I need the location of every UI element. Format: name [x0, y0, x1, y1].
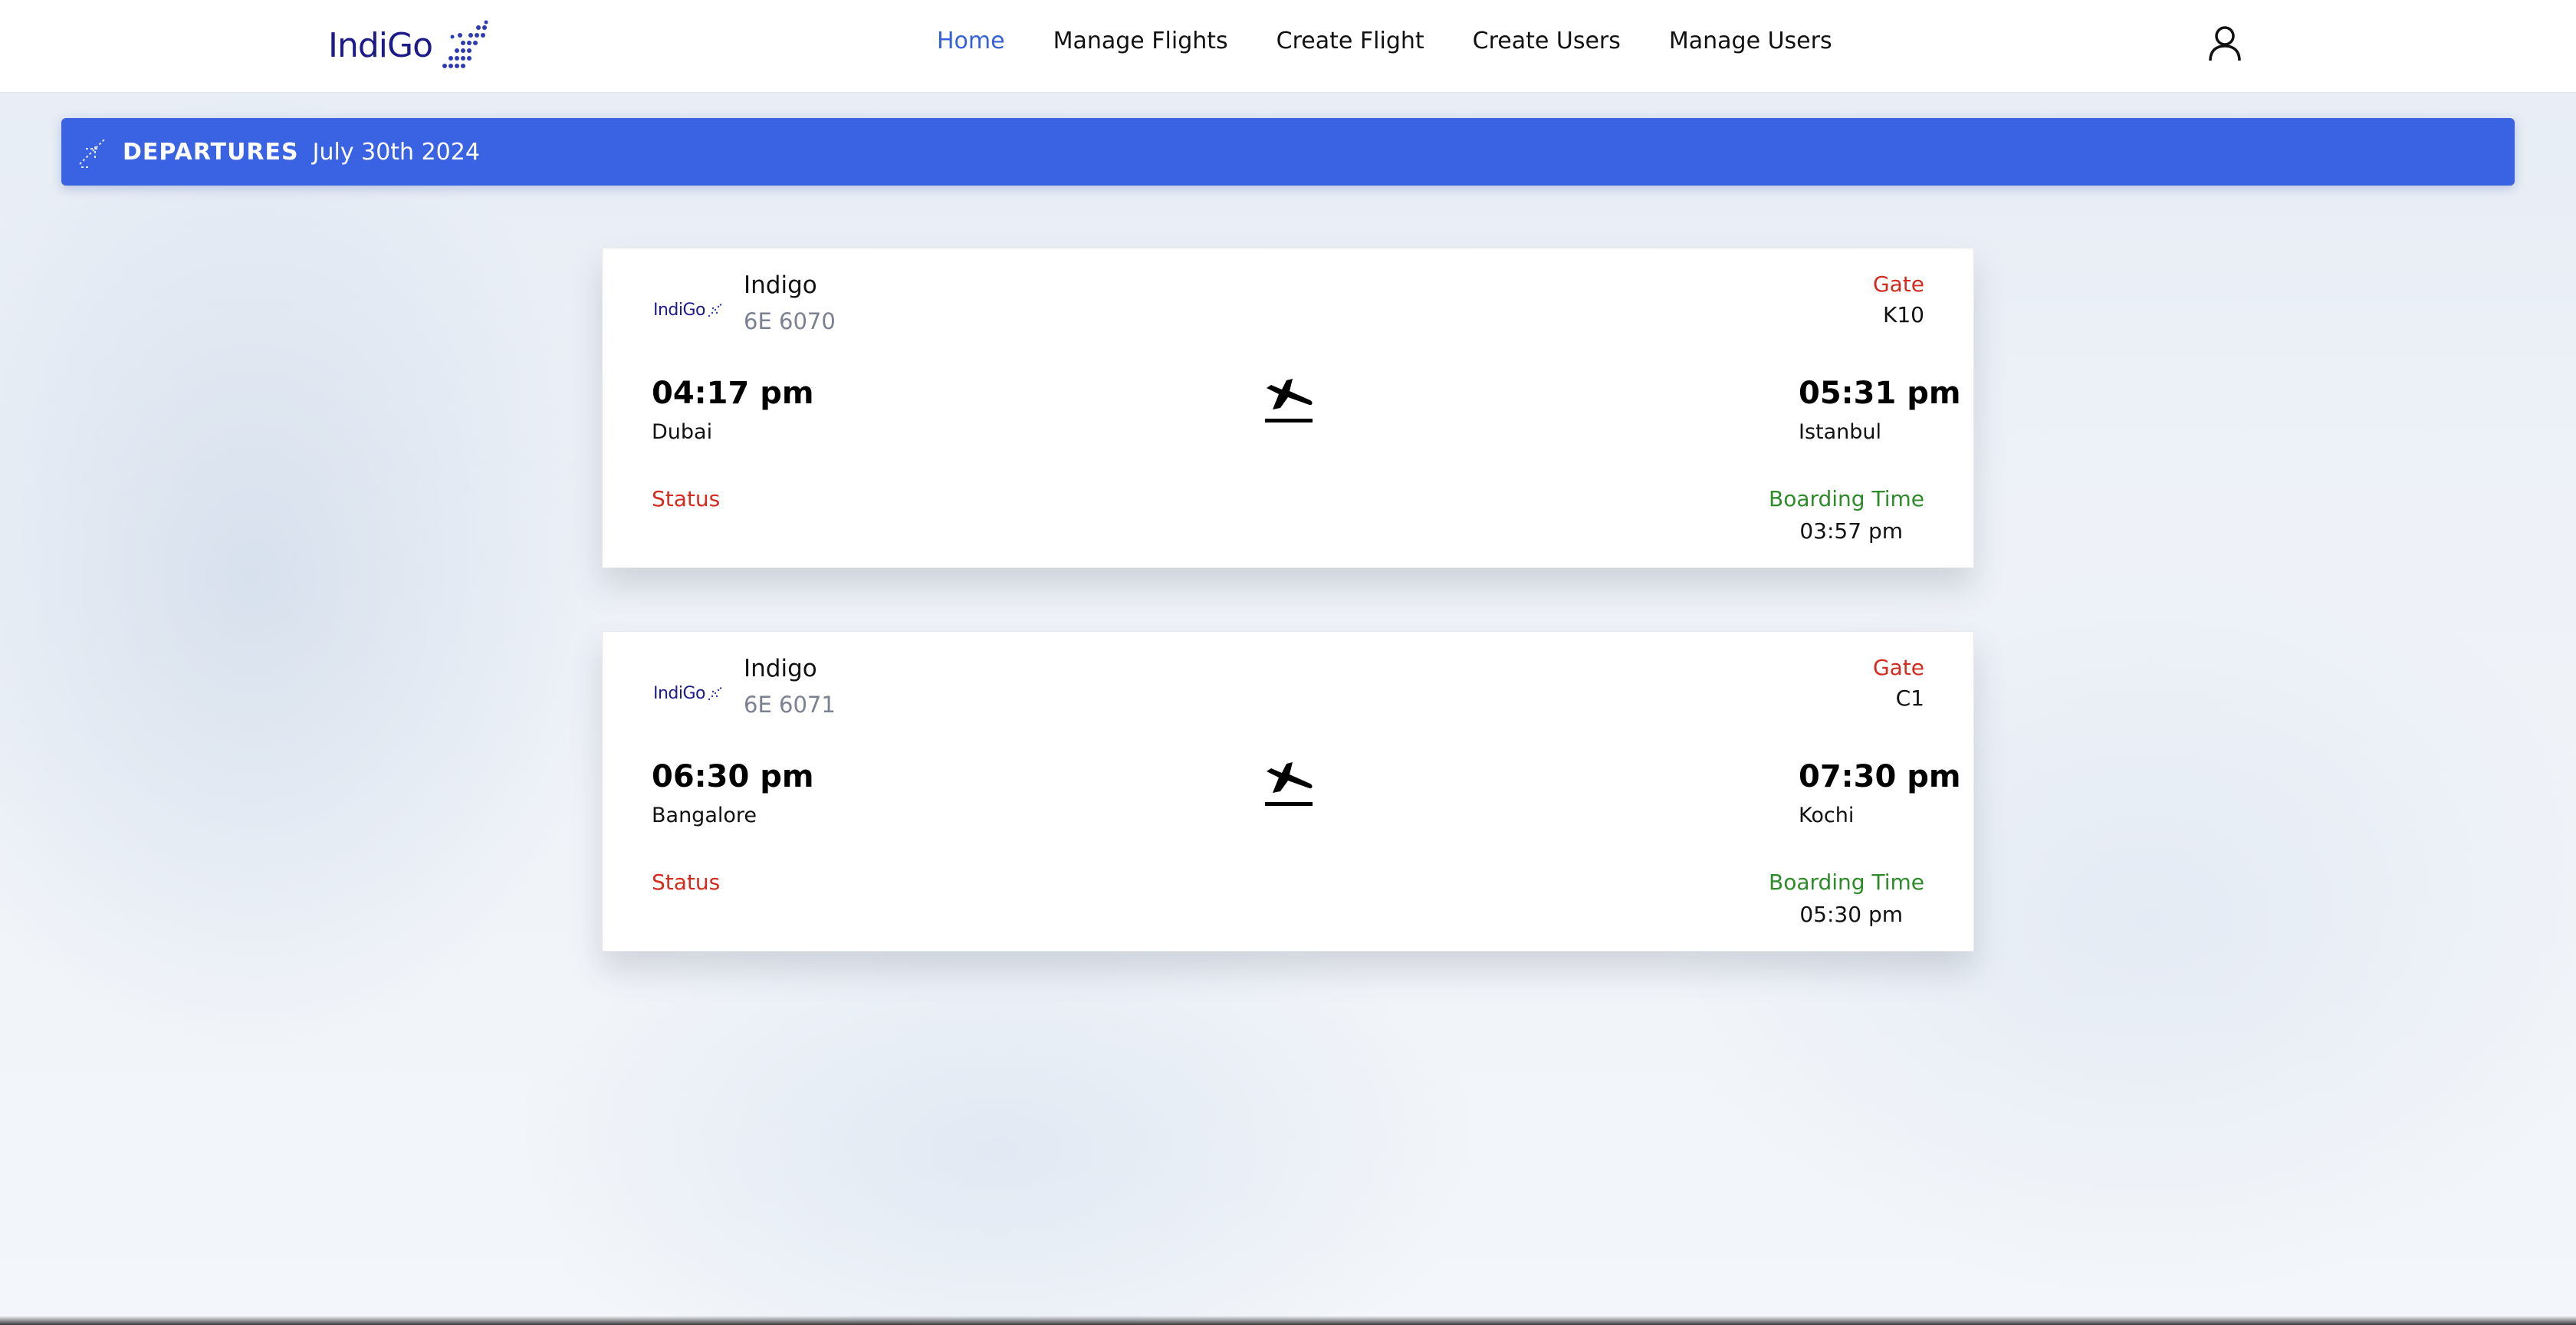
airline-name: Indigo: [744, 271, 817, 299]
status-label: Status: [652, 870, 721, 895]
boarding-time-label: Boarding Time: [1768, 870, 1924, 895]
airline-logo: IndiGo: [653, 684, 722, 703]
airline-logo-text: IndiGo: [653, 301, 706, 320]
nav-link-home[interactable]: Home: [937, 28, 1005, 54]
takeoff-icon: [79, 139, 105, 168]
gate-label: Gate: [1872, 655, 1924, 680]
nav-link-manage-flights[interactable]: Manage Flights: [1053, 28, 1228, 54]
departure-city: Dubai: [652, 420, 713, 444]
boarding-time-value: 05:30 pm: [1799, 902, 1903, 927]
nav-link-manage-users[interactable]: Manage Users: [1669, 28, 1832, 54]
logo-plane-icon: [442, 20, 488, 68]
boarding-time-label: Boarding Time: [1768, 486, 1924, 511]
airline-logo: IndiGo: [653, 301, 722, 320]
arrival-time: 07:30 pm: [1799, 759, 1961, 794]
nav-link-create-flight[interactable]: Create Flight: [1276, 28, 1424, 54]
top-navbar: IndiGo Home Manage Flights Create Flight…: [0, 0, 2576, 94]
plane-landing-icon: [1265, 762, 1313, 806]
logo-text: IndiGo: [328, 25, 433, 65]
flight-card[interactable]: IndiGo Indigo 6E 6071 Gate C1 06:30 pm B…: [602, 631, 1974, 952]
flight-number: 6E 6070: [744, 308, 836, 334]
gate-value: C1: [1895, 686, 1924, 711]
airline-logo-text: IndiGo: [653, 684, 706, 703]
nav-links: Home Manage Flights Create Flight Create…: [937, 21, 1881, 60]
logo-plane-icon: [708, 303, 722, 317]
flight-number: 6E 6071: [744, 692, 836, 718]
indigo-logo[interactable]: IndiGo: [328, 18, 491, 72]
departures-banner: DEPARTURES July 30th 2024: [61, 118, 2515, 186]
flight-card[interactable]: IndiGo Indigo 6E 6070 Gate K10 04:17 pm …: [602, 248, 1974, 568]
departure-city: Bangalore: [652, 804, 757, 827]
window-bottom-edge: [0, 1316, 2576, 1325]
arrival-time: 05:31 pm: [1799, 376, 1961, 411]
departure-time: 06:30 pm: [652, 759, 814, 794]
user-icon[interactable]: [2208, 25, 2242, 62]
nav-link-create-users[interactable]: Create Users: [1473, 28, 1621, 54]
gate-value: K10: [1883, 302, 1924, 327]
plane-landing-icon: [1265, 379, 1313, 422]
arrival-city: Istanbul: [1799, 420, 1882, 444]
airline-name: Indigo: [744, 655, 817, 682]
arrival-city: Kochi: [1799, 804, 1855, 827]
logo-plane-icon: [708, 686, 722, 700]
departure-time: 04:17 pm: [652, 376, 814, 411]
status-label: Status: [652, 486, 721, 511]
boarding-time-value: 03:57 pm: [1799, 518, 1903, 544]
banner-title: DEPARTURES: [123, 138, 299, 166]
banner-date: July 30th 2024: [312, 138, 480, 166]
gate-label: Gate: [1872, 271, 1924, 297]
